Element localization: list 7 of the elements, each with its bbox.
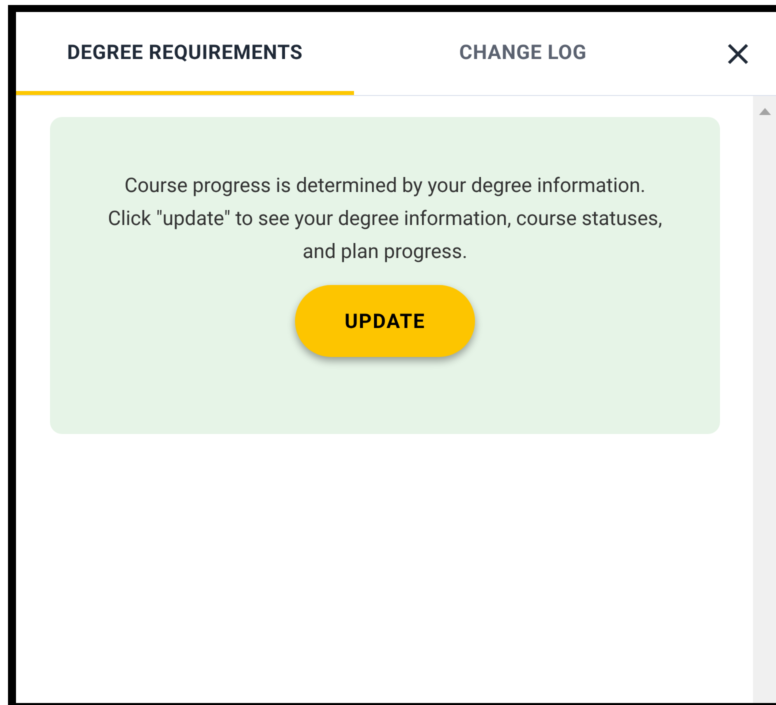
notice-message: Course progress is determined by your degree information. Click "update" to see your degree information, course statuses, and plan progress. (106, 172, 664, 265)
tab[interactable]: CHANGE LOG (354, 12, 692, 95)
close-icon (726, 42, 750, 66)
scrollbar[interactable] (753, 96, 776, 703)
scroll-up-icon (758, 108, 770, 115)
tab[interactable]: DEGREE REQUIREMENTS (16, 12, 354, 95)
update-button[interactable]: UPDATE (295, 285, 475, 357)
